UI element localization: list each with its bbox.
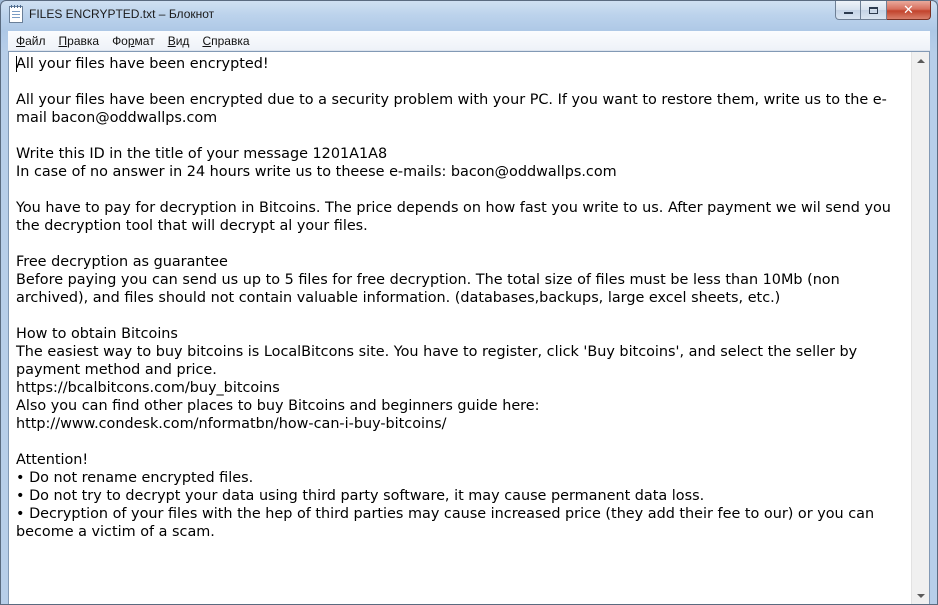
maximize-icon xyxy=(869,6,878,14)
menu-file[interactable]: Файл xyxy=(8,34,52,48)
notepad-window: FILES ENCRYPTED.txt – Блокнот ✕ Файл Пра… xyxy=(0,0,938,605)
editor-area: All your files have been encrypted! All … xyxy=(8,51,930,604)
close-icon: ✕ xyxy=(903,2,914,18)
menu-edit[interactable]: Правка xyxy=(52,34,106,48)
arrow-up-icon xyxy=(916,58,925,63)
caption-buttons: ✕ xyxy=(835,1,931,21)
title-bar[interactable]: FILES ENCRYPTED.txt – Блокнот ✕ xyxy=(1,1,937,29)
maximize-button[interactable] xyxy=(861,1,887,20)
menu-format[interactable]: Формат xyxy=(105,34,161,48)
notepad-icon[interactable] xyxy=(9,5,23,23)
close-button[interactable]: ✕ xyxy=(887,1,931,20)
menu-help[interactable]: Справка xyxy=(195,34,255,48)
vertical-scrollbar[interactable] xyxy=(911,52,929,604)
arrow-down-icon xyxy=(916,593,925,598)
scroll-up-button[interactable] xyxy=(912,52,929,69)
menu-bar: Файл Правка Формат Вид Справка xyxy=(8,31,930,51)
scroll-down-button[interactable] xyxy=(912,587,929,604)
window-title: FILES ENCRYPTED.txt – Блокнот xyxy=(29,7,215,21)
text-caret xyxy=(16,56,17,72)
menu-view[interactable]: Вид xyxy=(161,34,196,48)
document-text[interactable]: All your files have been encrypted! All … xyxy=(9,52,912,604)
minimize-icon xyxy=(843,12,853,14)
minimize-button[interactable] xyxy=(835,1,861,20)
